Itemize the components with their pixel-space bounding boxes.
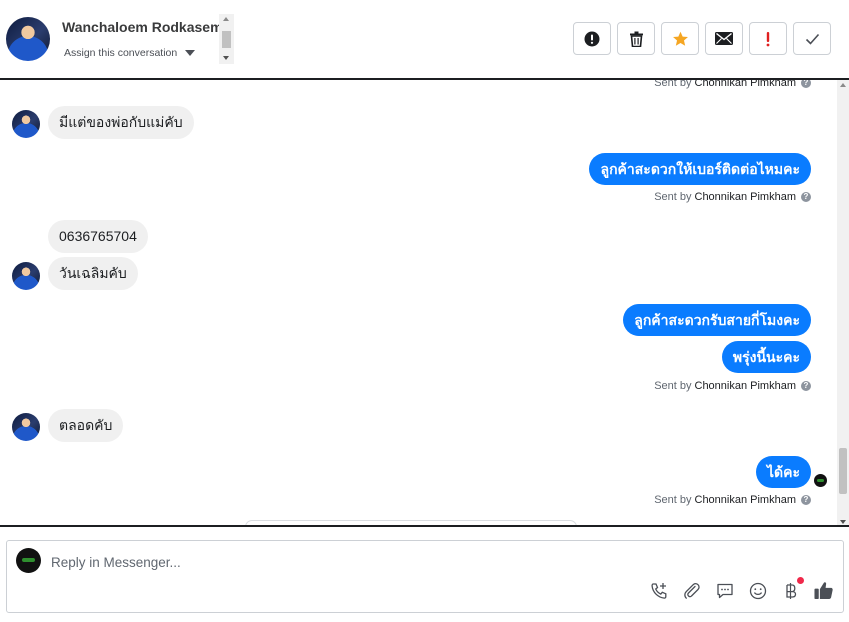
- seen-indicator-avatar: [814, 474, 827, 487]
- sent-by-prefix: Sent by: [654, 380, 692, 392]
- caret-down-icon: [185, 50, 196, 56]
- conversation-actions: [573, 22, 831, 55]
- help-icon[interactable]: ?: [801, 192, 811, 202]
- incoming-message[interactable]: 0636765704: [48, 220, 148, 253]
- paperclip-icon[interactable]: [682, 581, 701, 600]
- star-icon: [672, 31, 688, 46]
- customer-name[interactable]: Wanchaloem Rodkasem: [62, 19, 223, 35]
- mark-unread-button[interactable]: [705, 22, 743, 55]
- assign-label: Assign this conversation: [64, 47, 178, 59]
- scroll-thumb[interactable]: [839, 448, 847, 494]
- assign-conversation-dropdown[interactable]: Assign this conversation: [64, 47, 196, 59]
- alert-circle-icon: [584, 31, 600, 46]
- agent-name: Chonnikan Pimkham: [694, 191, 797, 203]
- done-button[interactable]: [793, 22, 831, 55]
- sent-by-prefix: Sent by: [654, 191, 692, 203]
- agent-name: Chonnikan Pimkham: [694, 80, 797, 89]
- sent-by-label: Sent by Chonnikan Pimkham ?: [654, 380, 811, 392]
- conversation-header: Wanchaloem Rodkasem Assign this conversa…: [0, 0, 849, 80]
- outgoing-message[interactable]: พรุ่งนี้นะคะ: [721, 341, 811, 373]
- reply-input[interactable]: [51, 552, 751, 572]
- important-button[interactable]: [749, 22, 787, 55]
- call-add-icon[interactable]: [649, 581, 668, 600]
- sent-by-label: Sent by Chonnikan Pimkham ?: [654, 80, 811, 89]
- agent-name: Chonnikan Pimkham: [694, 494, 797, 506]
- scroll-down-arrow-icon[interactable]: [223, 56, 229, 60]
- sent-by-prefix: Sent by: [654, 494, 692, 506]
- page-avatar: [16, 548, 41, 573]
- scroll-up-arrow-icon[interactable]: [840, 83, 846, 87]
- customer-avatar-small[interactable]: [12, 262, 40, 290]
- reply-composer: [6, 540, 844, 613]
- checkmark-icon: [805, 33, 819, 45]
- envelope-icon: [715, 32, 733, 45]
- message-thread[interactable]: Sent by Chonnikan Pimkham ? มีแต่ของพ่อก…: [0, 80, 849, 527]
- customer-avatar-small[interactable]: [12, 110, 40, 138]
- header-scrollbar[interactable]: [219, 14, 234, 64]
- sent-by-label: Sent by Chonnikan Pimkham ?: [654, 494, 811, 506]
- mark-spam-button[interactable]: [573, 22, 611, 55]
- agent-name: Chonnikan Pimkham: [694, 380, 797, 392]
- saved-reply-icon[interactable]: [715, 581, 734, 600]
- exclamation-icon: [766, 31, 770, 46]
- help-icon[interactable]: ?: [801, 80, 811, 88]
- help-icon[interactable]: ?: [801, 495, 811, 505]
- customer-avatar[interactable]: [6, 17, 50, 61]
- sent-by-label: Sent by Chonnikan Pimkham ?: [654, 191, 811, 203]
- customer-avatar-small[interactable]: [12, 413, 40, 441]
- scroll-up-arrow-icon[interactable]: [223, 17, 229, 21]
- outgoing-message[interactable]: ลูกค้าสะดวกรับสายกี่โมงคะ: [623, 304, 811, 336]
- emoji-icon[interactable]: [748, 581, 767, 600]
- scroll-down-arrow-icon[interactable]: [840, 520, 846, 524]
- baht-payment-icon[interactable]: [781, 577, 804, 600]
- scroll-thumb[interactable]: [222, 31, 231, 48]
- outgoing-message[interactable]: ได้คะ: [755, 456, 811, 488]
- outgoing-message[interactable]: ลูกค้าสะดวกให้เบอร์ติดต่อไหมคะ: [589, 153, 811, 185]
- sent-by-prefix: Sent by: [654, 80, 692, 89]
- thread-scrollbar[interactable]: [837, 80, 849, 525]
- delete-button[interactable]: [617, 22, 655, 55]
- thumbs-up-icon[interactable]: [814, 581, 833, 600]
- incoming-message[interactable]: ตลอดคับ: [48, 409, 124, 442]
- help-icon[interactable]: ?: [801, 381, 811, 391]
- new-message-pill[interactable]: [245, 520, 577, 525]
- trash-icon: [629, 31, 643, 47]
- incoming-message[interactable]: วันเฉลิมคับ: [48, 257, 138, 290]
- star-button[interactable]: [661, 22, 699, 55]
- composer-tools: [649, 577, 833, 600]
- notification-dot: [797, 577, 804, 584]
- incoming-message[interactable]: มีแต่ของพ่อกับแม่คับ: [48, 106, 194, 139]
